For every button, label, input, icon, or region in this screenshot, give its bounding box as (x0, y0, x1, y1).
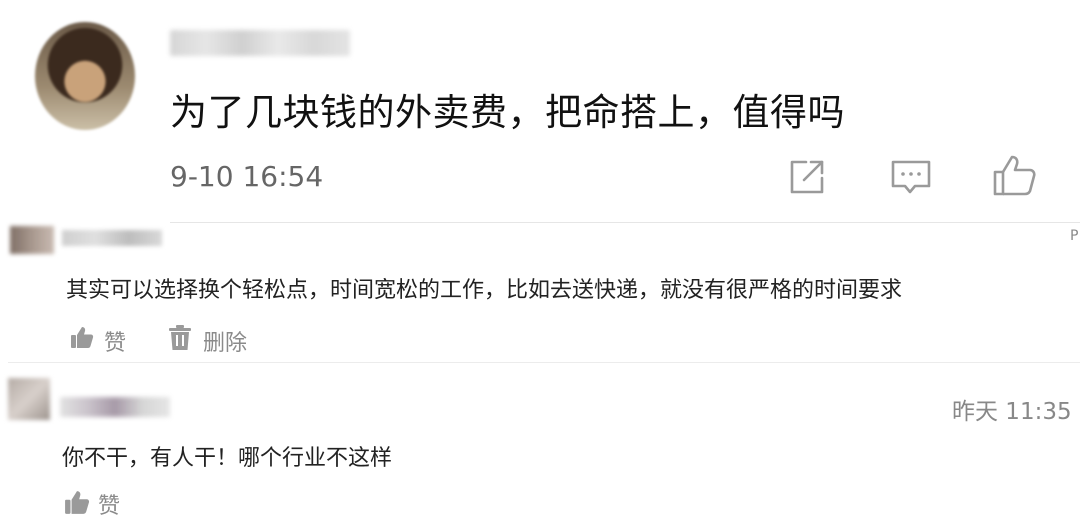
comment-text: 你不干，有人干！哪个行业不这样 (62, 446, 393, 471)
thumbs-up-icon[interactable] (990, 152, 1036, 198)
thumbs-up-icon[interactable] (64, 490, 90, 516)
delete-button[interactable]: 删除 (203, 325, 247, 357)
share-icon[interactable] (784, 154, 830, 200)
cut-off-text: P (1070, 228, 1079, 244)
comment-avatar-blurred[interactable] (8, 378, 50, 420)
comment-icon[interactable] (888, 154, 934, 200)
trash-icon[interactable] (168, 325, 192, 351)
like-button[interactable]: 赞 (98, 488, 120, 520)
comment-avatar-blurred[interactable] (10, 226, 54, 254)
divider (170, 222, 1080, 223)
thumbs-up-icon[interactable] (70, 326, 94, 350)
post-content: 为了几块钱的外卖费，把命搭上，值得吗 (170, 91, 845, 134)
divider (8, 362, 1080, 363)
post-timestamp: 9-10 16:54 (170, 160, 324, 193)
comment-timestamp: 昨天 11:35 (952, 399, 1072, 425)
comment-author-name-blurred[interactable] (60, 397, 170, 417)
comment-text: 其实可以选择换个轻松点，时间宽松的工作，比如去送快递，就没有很严格的时间要求 (66, 278, 903, 303)
post-author-name-blurred[interactable] (170, 30, 350, 56)
comment-author-name-blurred[interactable] (62, 230, 162, 246)
post-author-avatar[interactable] (35, 22, 135, 130)
like-button[interactable]: 赞 (104, 325, 126, 357)
